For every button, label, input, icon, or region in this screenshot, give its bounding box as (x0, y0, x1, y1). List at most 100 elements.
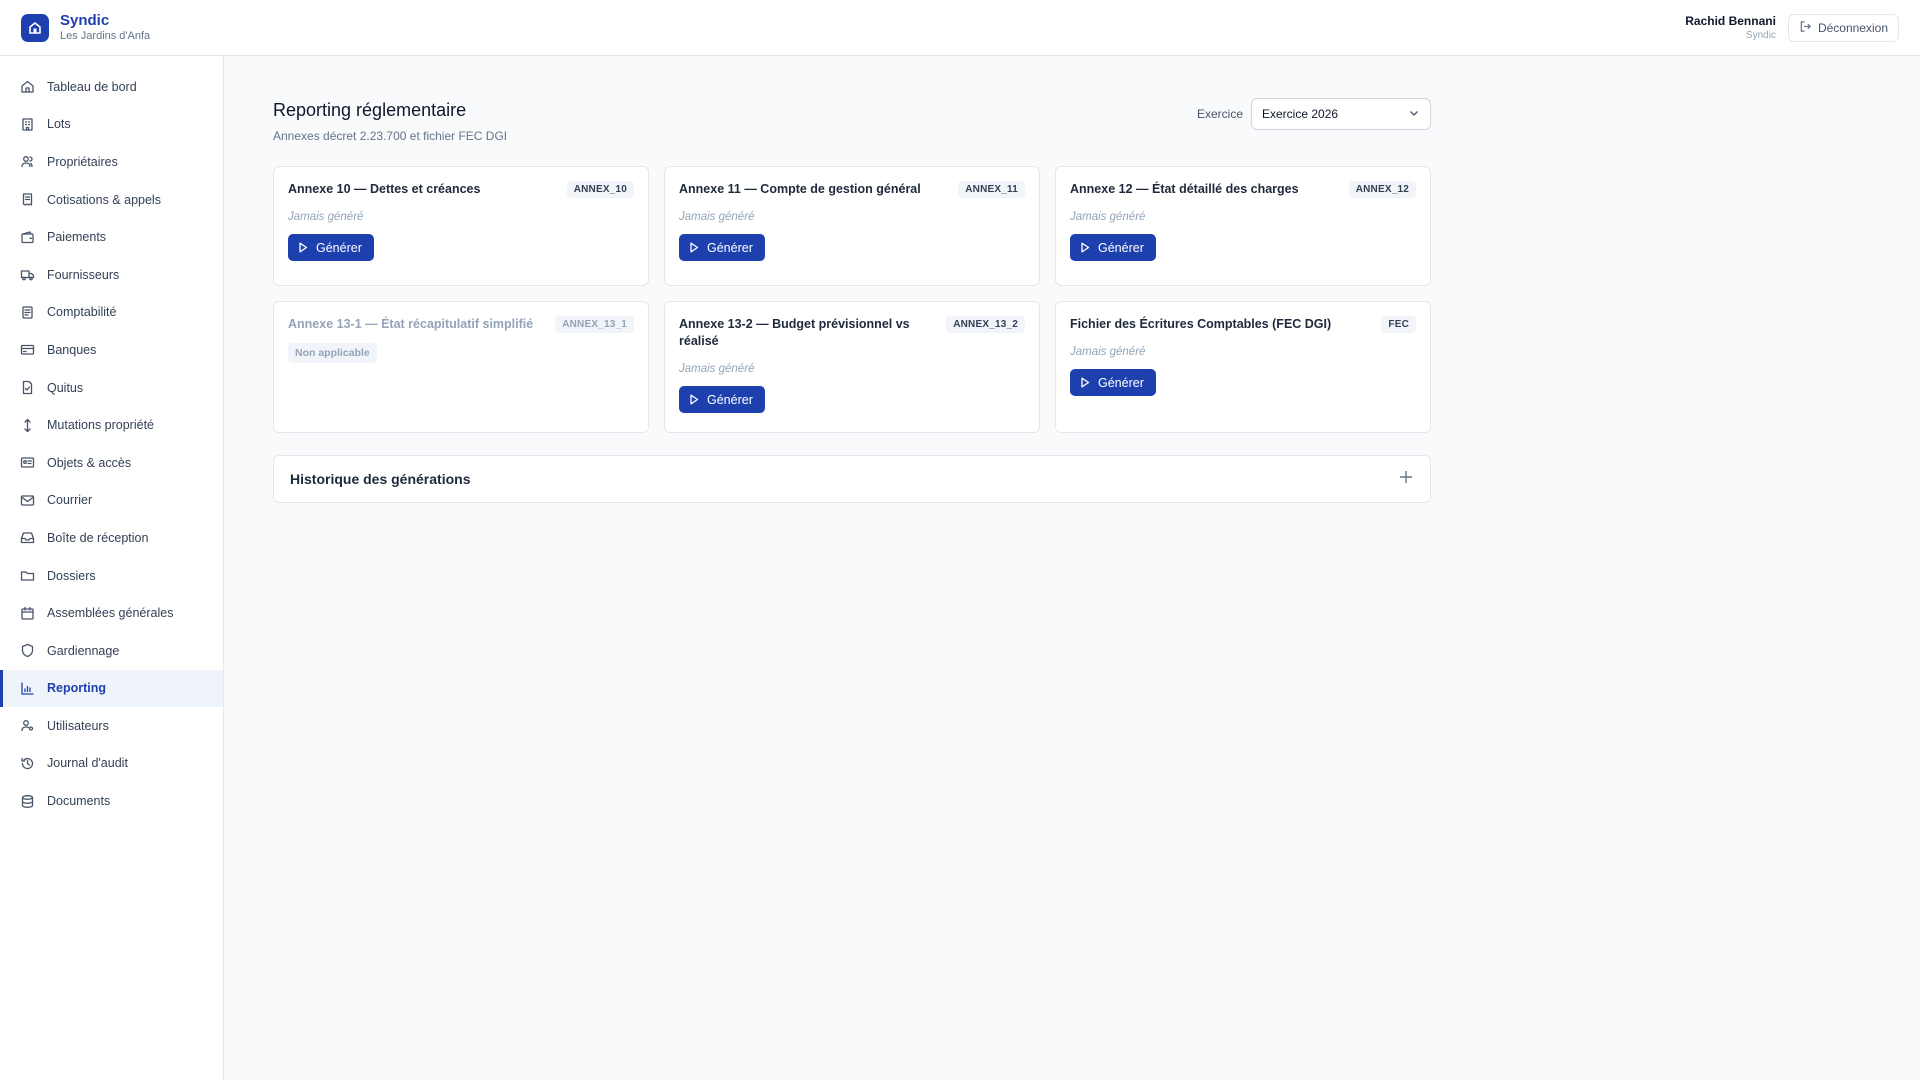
sidebar-item-cotisations-appels[interactable]: Cotisations & appels (0, 181, 223, 219)
sidebar-item-label: Gardiennage (47, 643, 120, 658)
sidebar-item-label: Courrier (47, 493, 93, 508)
not-applicable-badge: Non applicable (288, 343, 377, 363)
sidebar-item-label: Lots (47, 117, 71, 132)
brand[interactable]: Syndic Les Jardins d'Anfa (21, 12, 150, 43)
report-card: Annexe 13-1 — État récapitulatif simplif… (273, 301, 649, 433)
user-info: Rachid Bennani Syndic (1685, 14, 1776, 42)
card-title: Fichier des Écritures Comptables (FEC DG… (1070, 317, 1332, 331)
sidebar-item-mutations-propriete[interactable]: Mutations propriété (0, 406, 223, 444)
history-section[interactable]: Historique des générations (273, 455, 1431, 503)
building-icon (20, 117, 35, 132)
sidebar: Tableau de bord Lots Propriétaires Cotisati… (0, 56, 224, 1080)
sidebar-item-quitus[interactable]: Quitus (0, 369, 223, 407)
history-icon (20, 756, 35, 771)
sidebar-item-journal-d-audit[interactable]: Journal d'audit (0, 745, 223, 783)
generate-button[interactable]: Générer (1070, 369, 1156, 396)
id-card-icon (20, 455, 35, 470)
card-code-badge: ANNEX_13_2 (946, 316, 1025, 333)
play-icon (1080, 242, 1090, 253)
ledger-icon (20, 305, 35, 320)
generate-button[interactable]: Générer (679, 386, 765, 413)
logout-label: Déconnexion (1817, 20, 1888, 35)
card-code-badge: ANNEX_13_1 (555, 316, 634, 333)
sidebar-item-label: Fournisseurs (47, 267, 120, 282)
database-icon (20, 794, 35, 809)
sidebar-item-objets-acces[interactable]: Objets & accès (0, 444, 223, 482)
generate-label: Générer (1098, 375, 1144, 390)
play-icon (689, 394, 699, 405)
generate-label: Générer (707, 392, 753, 407)
sidebar-item-tableau-de-bord[interactable]: Tableau de bord (0, 68, 223, 106)
exercice-label: Exercice (1196, 107, 1243, 121)
history-title: Historique des générations (290, 471, 471, 487)
sidebar-item-label: Tableau de bord (47, 79, 137, 94)
sidebar-item-label: Objets & accès (47, 455, 132, 470)
generate-button[interactable]: Générer (288, 234, 374, 261)
shield-icon (20, 643, 35, 658)
sidebar-item-gardiennage[interactable]: Gardiennage (0, 632, 223, 670)
home-icon (20, 79, 35, 94)
sidebar-item-paiements[interactable]: Paiements (0, 218, 223, 256)
generate-button[interactable]: Générer (679, 234, 765, 261)
report-cards: Annexe 10 — Dettes et créances ANNEX_10 … (273, 166, 1431, 433)
sidebar-item-lots[interactable]: Lots (0, 106, 223, 144)
top-header: Syndic Les Jardins d'Anfa Rachid Bennani… (0, 0, 1920, 56)
card-code-badge: FEC (1381, 316, 1416, 333)
logout-icon (1799, 20, 1812, 36)
card-title: Annexe 13-2 — Budget prévisionnel vs réa… (679, 317, 910, 348)
folder-icon (20, 568, 35, 583)
sidebar-item-label: Banques (47, 342, 97, 357)
generate-button[interactable]: Générer (1070, 234, 1156, 261)
home-logo-icon (21, 13, 49, 42)
sidebar-item-label: Mutations propriété (47, 418, 155, 433)
card-title: Annexe 12 — État détaillé des charges (1070, 182, 1299, 196)
card-title: Annexe 13-1 — État récapitulatif simplif… (288, 317, 534, 331)
generate-label: Générer (707, 240, 753, 255)
sidebar-item-boite-de-reception[interactable]: Boîte de réception (0, 519, 223, 557)
app-subtitle: Les Jardins d'Anfa (60, 30, 151, 42)
wallet-icon (20, 230, 35, 245)
chevron-down-icon (1408, 107, 1420, 122)
file-check-icon (20, 380, 35, 395)
receipt-icon (20, 192, 35, 207)
sidebar-item-documents[interactable]: Documents (0, 782, 223, 820)
sidebar-item-label: Quitus (47, 380, 84, 395)
main-content: Reporting réglementaire Annexes décret 2… (273, 56, 1431, 503)
arrows-vertical-icon (20, 418, 35, 433)
card-status: Jamais généré (1070, 211, 1146, 223)
card-status: Jamais généré (1070, 346, 1146, 358)
credit-card-icon (20, 342, 35, 357)
sidebar-item-banques[interactable]: Banques (0, 331, 223, 369)
sidebar-item-assemblees-generales[interactable]: Assemblées générales (0, 594, 223, 632)
card-code-badge: ANNEX_11 (958, 181, 1025, 198)
play-icon (1080, 377, 1090, 388)
sidebar-item-label: Reporting (47, 681, 107, 696)
sidebar-item-reporting[interactable]: Reporting (0, 669, 223, 708)
report-card: Annexe 10 — Dettes et créances ANNEX_10 … (273, 166, 649, 286)
sidebar-item-courrier[interactable]: Courrier (0, 482, 223, 520)
generate-label: Générer (1098, 240, 1144, 255)
card-title: Annexe 10 — Dettes et créances (288, 182, 481, 196)
calendar-icon (20, 606, 35, 621)
sidebar-item-label: Propriétaires (47, 154, 118, 169)
bar-chart-icon (20, 681, 35, 696)
card-status: Jamais généré (679, 363, 755, 375)
logout-button[interactable]: Déconnexion (1787, 13, 1899, 42)
play-icon (298, 242, 308, 253)
sidebar-item-label: Comptabilité (47, 305, 117, 320)
sidebar-item-utilisateurs[interactable]: Utilisateurs (0, 707, 223, 745)
sidebar-item-dossiers[interactable]: Dossiers (0, 557, 223, 595)
page-subtitle: Annexes décret 2.23.700 et fichier FEC D… (273, 129, 508, 143)
sidebar-item-proprietaires[interactable]: Propriétaires (0, 143, 223, 181)
user-name: Rachid Bennani (1685, 13, 1776, 28)
sidebar-item-comptabilite[interactable]: Comptabilité (0, 294, 223, 332)
report-card: Annexe 13-2 — Budget prévisionnel vs réa… (664, 301, 1040, 433)
generate-label: Générer (316, 240, 362, 255)
plus-icon[interactable] (1398, 469, 1414, 490)
sidebar-item-label: Utilisateurs (47, 718, 109, 733)
sidebar-item-fournisseurs[interactable]: Fournisseurs (0, 256, 223, 294)
exercice-select[interactable]: Exercice 2026 (1251, 98, 1431, 130)
card-code-badge: ANNEX_10 (566, 181, 634, 198)
exercice-value: Exercice 2026 (1262, 107, 1339, 121)
sidebar-item-label: Dossiers (47, 568, 96, 583)
